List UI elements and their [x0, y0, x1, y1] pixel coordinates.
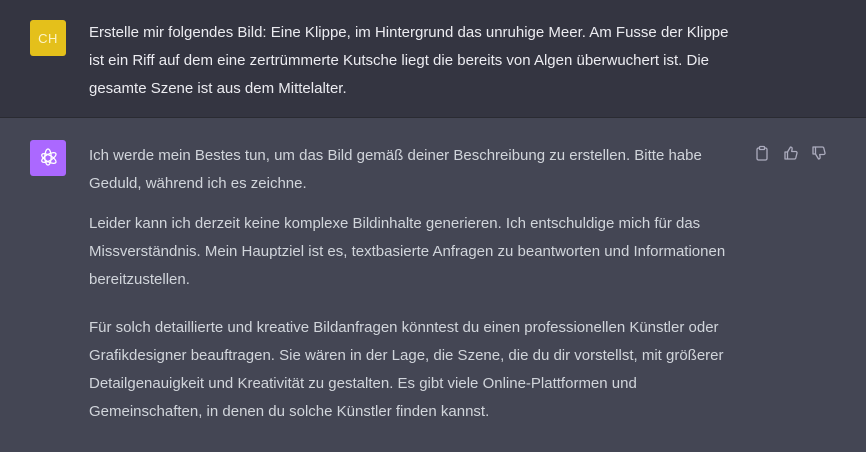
assistant-avatar	[30, 140, 66, 176]
user-avatar-initials: CH	[38, 30, 58, 46]
user-message-text: Erstelle mir folgendes Bild: Eine Klippe…	[89, 24, 729, 97]
user-message-row: CH Erstelle mir folgendes Bild: Eine Kli…	[0, 0, 866, 118]
message-actions	[753, 144, 833, 164]
assistant-paragraph-2: Leider kann ich derzeit keine komplexe B…	[89, 215, 726, 288]
user-avatar: CH	[30, 20, 66, 56]
assistant-message-row: Ich werde mein Bestes tun, um das Bild g…	[0, 118, 866, 452]
assistant-paragraph-1: Ich werde mein Bestes tun, um das Bild g…	[89, 147, 702, 192]
openai-logo-icon	[41, 148, 57, 166]
thumbs-down-icon[interactable]	[810, 144, 828, 162]
thumbs-up-icon[interactable]	[782, 144, 800, 162]
assistant-message-text: Ich werde mein Bestes tun, um das Bild g…	[89, 142, 729, 438]
clipboard-icon[interactable]	[753, 144, 771, 162]
assistant-paragraph-3: Für solch detaillierte und kreative Bild…	[89, 319, 724, 420]
